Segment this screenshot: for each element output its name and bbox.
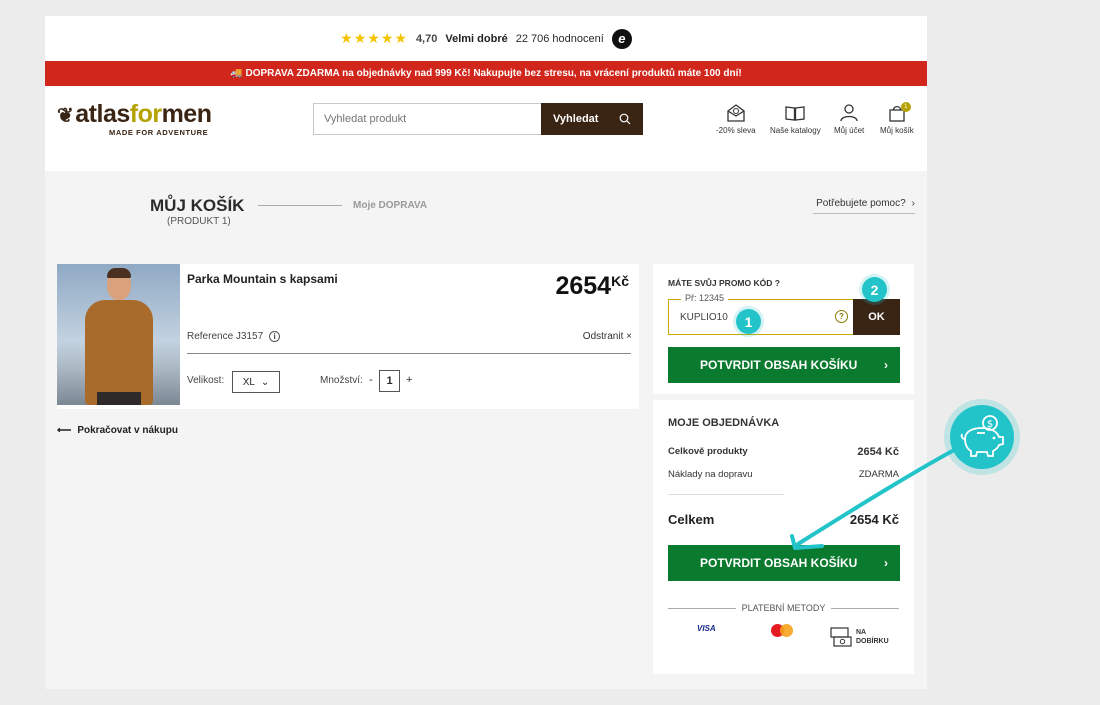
search-icon [619,113,631,125]
piggy-bank-badge: $ [950,405,1014,469]
rating-score: 4,70 [415,32,438,45]
grand-total-row: Celkem 2654 Kč [668,512,899,527]
star-rating-icon: ★★★★★ [340,30,408,46]
confirm-cart-button-top[interactable]: POTVRDIT OBSAH KOŠÍKU › [668,347,900,383]
nav-cart[interactable]: 1 Můj košík [880,102,914,135]
mastercard-logo [771,622,797,638]
quantity-increase-button[interactable]: + [406,374,412,386]
page-subtitle: (PRODUKT 1) [167,216,231,227]
quantity-decrease-button[interactable]: - [369,374,373,386]
fern-logo-icon: ❦ [57,105,74,127]
product-reference: Reference J3157 i [187,331,281,342]
info-icon[interactable]: i [269,331,281,342]
product-name[interactable]: Parka Mountain s kapsami [187,272,338,286]
step-divider [258,205,342,206]
size-select[interactable]: XL ⌄ [232,371,280,393]
product-price: 2654Kč [555,272,629,300]
confirm-cart-button[interactable]: POTVRDIT OBSAH KOŠÍKU › [668,545,900,581]
products-total-row: Celkově produkty 2654 Kč [668,446,899,458]
search-bar: Vyhledat [313,103,643,135]
checkout-step-cart: MŮJ KOŠÍK (PRODUKT 1) [150,196,244,227]
promo-code-input[interactable]: Př: 12345 KUPLIO10 ? [668,293,854,335]
quantity-input[interactable]: 1 [379,370,400,392]
trusted-shops-logo-icon[interactable]: e [611,28,632,49]
order-summary: MOJE OBJEDNÁVKA Celkově produkty 2654 Kč… [653,400,914,674]
step-1-badge: 1 [736,309,761,334]
promo-placeholder: Př: 12345 [681,293,729,303]
payment-methods-title: PLATEBNÍ METODY [653,603,914,613]
continue-shopping-link[interactable]: ⟵ Pokračovat v nákupu [57,425,178,436]
book-icon [785,106,805,121]
chevron-down-icon: ⌄ [260,376,270,388]
cash-on-delivery: NA DOBÍRKU [829,626,889,648]
banner-text: 🚚 DOPRAVA ZDARMA na objednávky nad 999 K… [230,68,742,79]
user-icon [840,104,858,122]
help-underline [813,213,915,214]
shipping-row: Náklady na dopravu ZDARMA [668,469,899,480]
review-count: 22 706 hodnocení [515,32,604,45]
nav-account[interactable]: Můj účet [834,104,864,135]
summary-divider [668,494,784,495]
chevron-right-icon: › [911,198,915,209]
discount-envelope-icon [727,104,745,122]
piggy-bank-icon: $ [960,415,1004,457]
item-divider [187,353,631,354]
product-image[interactable] [57,264,180,405]
site-header: ❦atlasformen MADE FOR ADVENTURE Vyhledat… [45,86,927,171]
rating-verdict: Velmi dobré [445,32,508,45]
help-link[interactable]: Potřebujete pomoc? › [816,198,915,209]
logo-tagline: MADE FOR ADVENTURE [109,128,209,137]
checkout-step-shipping: Moje DOPRAVA [353,200,428,211]
quantity-label: Množství: [320,375,363,386]
visa-logo: VISA [697,624,716,633]
search-input[interactable] [313,103,541,135]
remove-item-button[interactable]: Odstranit × [583,331,632,342]
help-question-icon[interactable]: ? [835,310,848,323]
atlasformen-logo[interactable]: ❦atlasformen MADE FOR ADVENTURE [57,100,212,137]
chevron-right-icon: › [884,358,888,372]
nav-catalogs[interactable]: Naše katalogy [770,104,821,135]
step-2-badge: 2 [862,277,887,302]
arrow-left-icon: ⟵ [57,425,72,436]
promo-title: MÁTE SVŮJ PROMO KÓD ? [668,278,780,288]
order-title: MOJE OBJEDNÁVKA [668,417,780,429]
nav-discount[interactable]: -20% sleva [716,104,756,135]
size-label: Velikost: [187,375,225,386]
chevron-right-icon: › [884,556,888,570]
search-button[interactable]: Vyhledat [541,103,643,135]
page: ★★★★★ 4,70 Velmi dobré 22 706 hodnocení … [45,16,927,689]
page-title: MŮJ KOŠÍK [150,196,245,215]
promo-ok-button[interactable]: OK [853,299,900,335]
cash-on-delivery-icon [830,627,852,647]
promo-banner: 🚚 DOPRAVA ZDARMA na objednávky nad 999 K… [45,61,927,86]
cart-item: Parka Mountain s kapsami 2654Kč Referenc… [57,264,639,409]
promo-value: KUPLIO10 [680,312,728,323]
rating-bar: ★★★★★ 4,70 Velmi dobré 22 706 hodnocení … [45,16,927,61]
cart-count-badge: 1 [900,102,911,112]
